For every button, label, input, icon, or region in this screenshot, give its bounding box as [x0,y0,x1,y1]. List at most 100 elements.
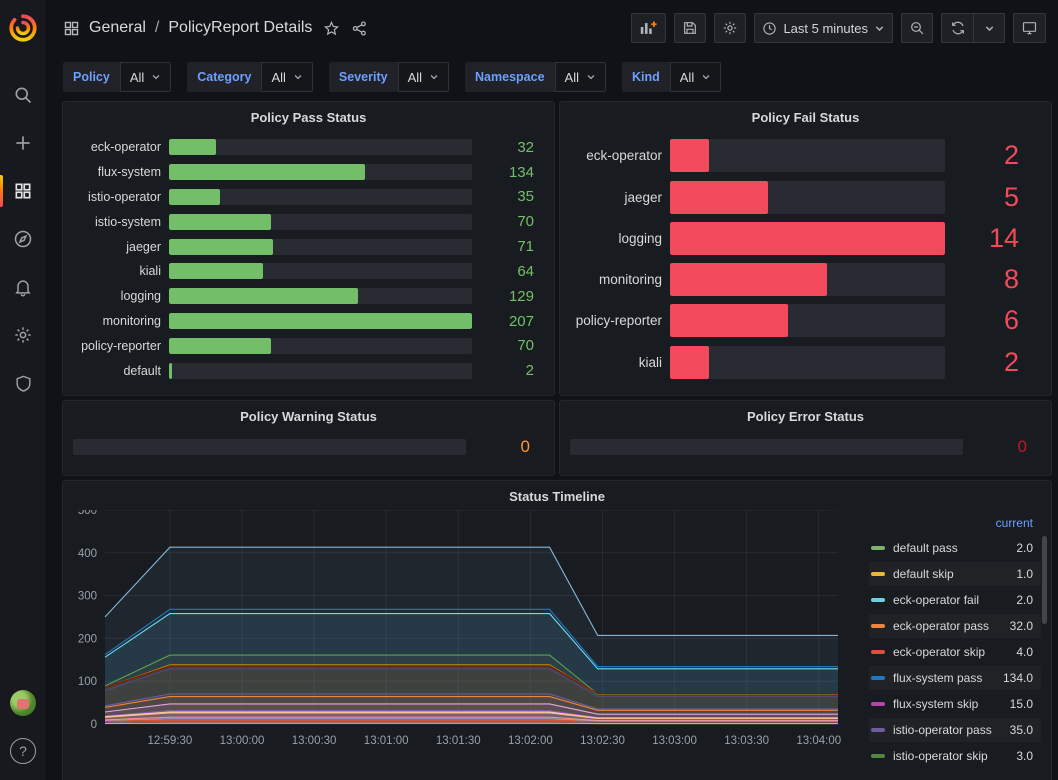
legend-series-swatch [871,572,885,576]
bar-value: 5 [945,182,1041,213]
legend-current-header[interactable]: current [869,514,1041,536]
legend-item[interactable]: istio-operator pass35.0 [869,718,1041,742]
panel-title-fail[interactable]: Policy Fail Status [560,102,1051,129]
legend-series-swatch [871,676,885,680]
bar-gauge-row: logging129 [73,288,544,305]
panel-title-timeline[interactable]: Status Timeline [63,481,1051,508]
bar-value: 207 [472,313,544,330]
star-icon[interactable] [323,20,340,37]
legend-series-label: flux-system pass [893,671,1003,685]
bar-fill [670,181,768,214]
bar-value: 71 [472,238,544,255]
bar-gauge-row: default2 [73,362,544,379]
legend-item[interactable]: flux-system skip15.0 [869,692,1041,716]
error-bar-gauge: 0 [560,428,1051,475]
breadcrumb-folder[interactable]: General [89,19,146,37]
zoom-out-button[interactable] [901,13,933,43]
bar-value: 2 [945,347,1041,378]
dashboard-grid-icon [63,20,80,37]
bar-gauge-row: kiali64 [73,263,544,280]
dashboards-icon[interactable] [0,167,46,215]
main-area: General / PolicyReport Details [47,0,1058,780]
share-icon[interactable] [351,20,368,37]
refresh-button[interactable] [941,13,973,43]
legend-series-value: 32.0 [1010,619,1033,633]
legend-item[interactable]: flux-system pass134.0 [869,666,1041,690]
variable-selected-value: All [408,70,422,85]
sidebar: ? [0,0,47,780]
create-plus-icon[interactable] [0,119,46,167]
bar-gauge-row: jaeger 71 [73,238,544,255]
cycle-view-mode-button[interactable] [1013,13,1046,43]
svg-text:13:03:30: 13:03:30 [724,735,769,747]
svg-text:13:01:30: 13:01:30 [436,735,481,747]
panel-title-pass[interactable]: Policy Pass Status [63,102,554,129]
fail-bar-gauge: eck-operator2jaeger5logging14monitoring8… [560,129,1051,395]
legend-item[interactable]: default skip1.0 [869,562,1041,586]
bar-track [670,304,945,337]
bar-label: kiali [73,264,169,278]
bar-track [670,263,945,296]
legend-series-value: 134.0 [1003,671,1033,685]
explore-compass-icon[interactable] [0,215,46,263]
variable-value-dropdown[interactable]: All [398,62,449,92]
dashboard-settings-button[interactable] [714,13,746,43]
variable-value-dropdown[interactable]: All [120,62,171,92]
svg-text:500: 500 [78,510,97,517]
add-panel-button[interactable] [631,13,666,43]
server-admin-shield-icon[interactable] [0,359,46,407]
bar-track [169,363,472,379]
svg-text:0: 0 [91,719,97,731]
variable-value-dropdown[interactable]: All [261,62,312,92]
bar-fill [169,239,273,255]
legend-series-label: istio-operator pass [893,723,1010,737]
bar-label: eck-operator [73,140,169,154]
legend-item[interactable]: eck-operator skip4.0 [869,640,1041,664]
legend-item[interactable]: eck-operator pass32.0 [869,614,1041,638]
time-picker-button[interactable]: Last 5 minutes [754,13,893,43]
refresh-interval-dropdown[interactable] [973,13,1005,43]
variable-label: Severity [329,62,398,92]
dashboard-header: General / PolicyReport Details [47,0,1058,56]
bar-label: monitoring [73,314,169,328]
save-dashboard-button[interactable] [674,13,706,43]
bar-label: jaeger [73,240,169,254]
grafana-logo-icon[interactable] [8,13,38,43]
search-icon[interactable] [0,71,46,119]
variable-filter: Severity All [329,62,449,92]
legend-item[interactable]: istio-operator skip3.0 [869,744,1041,768]
alerting-bell-icon[interactable] [0,263,46,311]
sidebar-nav [0,71,46,407]
variable-label: Policy [63,62,120,92]
panel-policy-fail: Policy Fail Status eck-operator2jaeger5l… [559,101,1052,396]
bar-label: flux-system [73,165,169,179]
bar-label: istio-operator [73,190,169,204]
bar-track [169,189,472,205]
variable-label: Kind [622,62,670,92]
svg-text:13:01:00: 13:01:00 [364,735,409,747]
bar-gauge-row: jaeger5 [570,181,1041,214]
panel-policy-warning: Policy Warning Status 0 [62,400,555,476]
legend-scrollbar[interactable] [1042,536,1047,624]
panel-title-warning[interactable]: Policy Warning Status [63,401,554,428]
legend-series-swatch [871,598,885,602]
chevron-down-icon [429,70,439,85]
variable-value-dropdown[interactable]: All [555,62,606,92]
legend-item[interactable]: default pass2.0 [869,536,1041,560]
configuration-gear-icon[interactable] [0,311,46,359]
user-avatar[interactable] [10,690,36,716]
bar-fill [169,338,271,354]
legend-item[interactable]: eck-operator fail2.0 [869,588,1041,612]
bar-fill [670,222,945,255]
panel-title-error[interactable]: Policy Error Status [560,401,1051,428]
bar-gauge-row: policy-reporter70 [73,337,544,354]
legend-series-label: flux-system skip [893,697,1010,711]
bar-fill [169,263,263,279]
legend-series-value: 2.0 [1016,541,1033,555]
variable-value-dropdown[interactable]: All [670,62,721,92]
bar-track [169,313,472,329]
bar-label: policy-reporter [570,313,670,328]
svg-text:13:02:30: 13:02:30 [580,735,625,747]
timeline-chart[interactable]: 010020030040050012:59:3013:00:0013:00:30… [69,510,863,780]
help-icon[interactable]: ? [10,738,36,764]
